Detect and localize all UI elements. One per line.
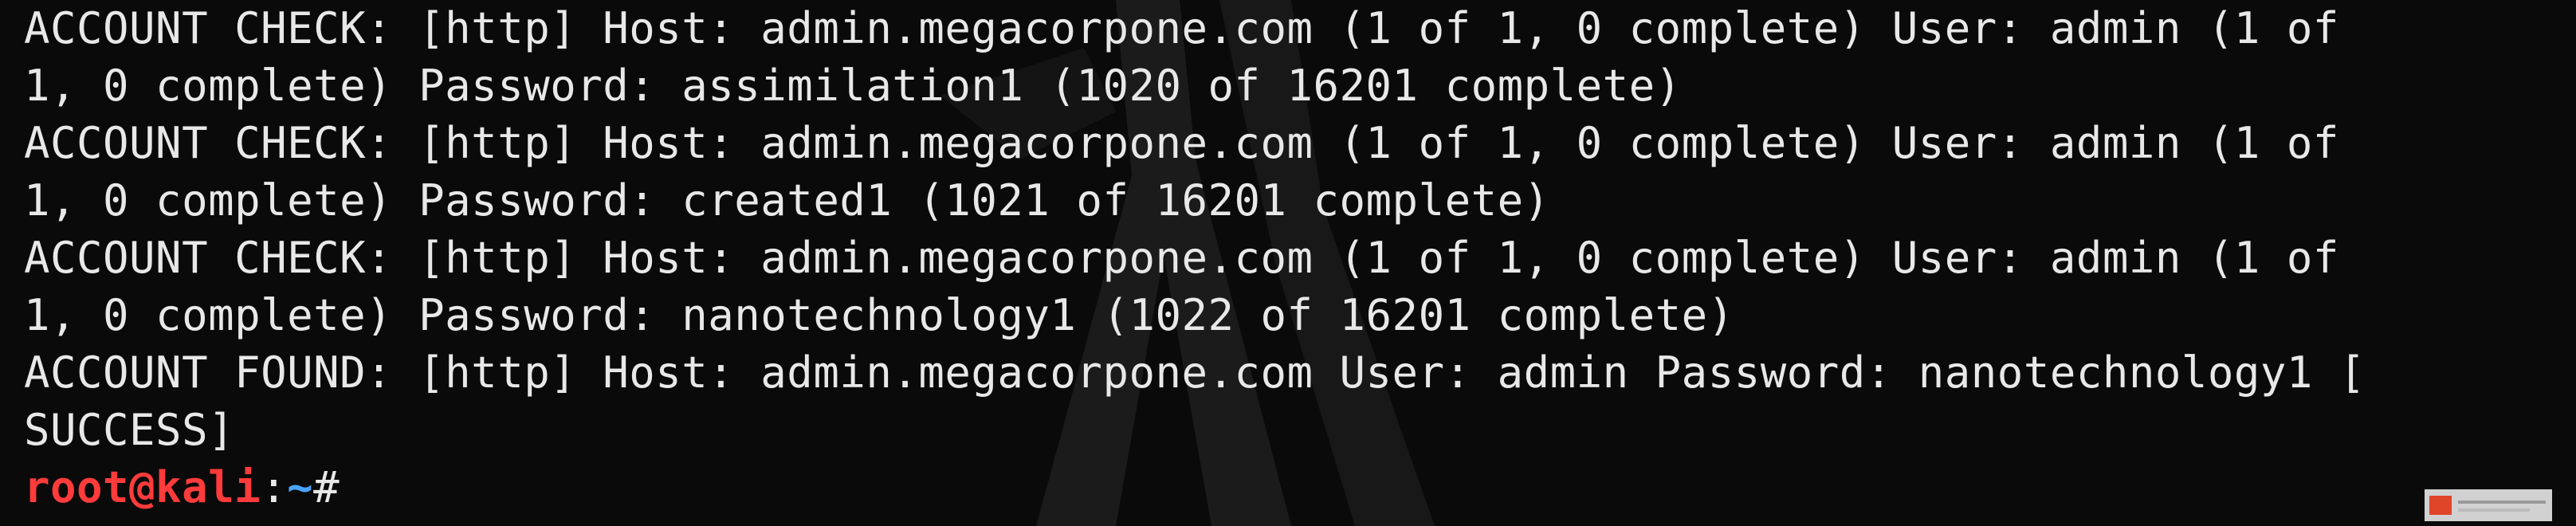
output-line: ACCOUNT CHECK: [http] Host: admin.megaco… — [24, 233, 2339, 283]
output-line: 1, 0 complete) Password: created1 (1021 … — [24, 175, 1550, 226]
prompt-symbol: # — [313, 462, 340, 512]
prompt-path: ~ — [287, 462, 314, 512]
output-line: SUCCESS] — [24, 405, 235, 455]
output-line: 1, 0 complete) Password: nanotechnology1… — [24, 290, 1734, 340]
prompt-line[interactable]: root@kali:~# — [24, 459, 2550, 516]
prompt-user-host: root@kali — [24, 462, 261, 512]
output-line: ACCOUNT FOUND: [http] Host: admin.megaco… — [24, 347, 2366, 398]
output-line: 1, 0 complete) Password: assimilation1 (… — [24, 61, 1682, 111]
output-line: ACCOUNT CHECK: [http] Host: admin.megaco… — [24, 3, 2339, 53]
terminal-window[interactable]: ACCOUNT CHECK: [http] Host: admin.megaco… — [0, 0, 2576, 526]
terminal-output: ACCOUNT CHECK: [http] Host: admin.megaco… — [24, 0, 2550, 516]
prompt-separator: : — [261, 462, 288, 512]
output-line: ACCOUNT CHECK: [http] Host: admin.megaco… — [24, 118, 2339, 168]
site-logo-icon — [2425, 489, 2552, 521]
